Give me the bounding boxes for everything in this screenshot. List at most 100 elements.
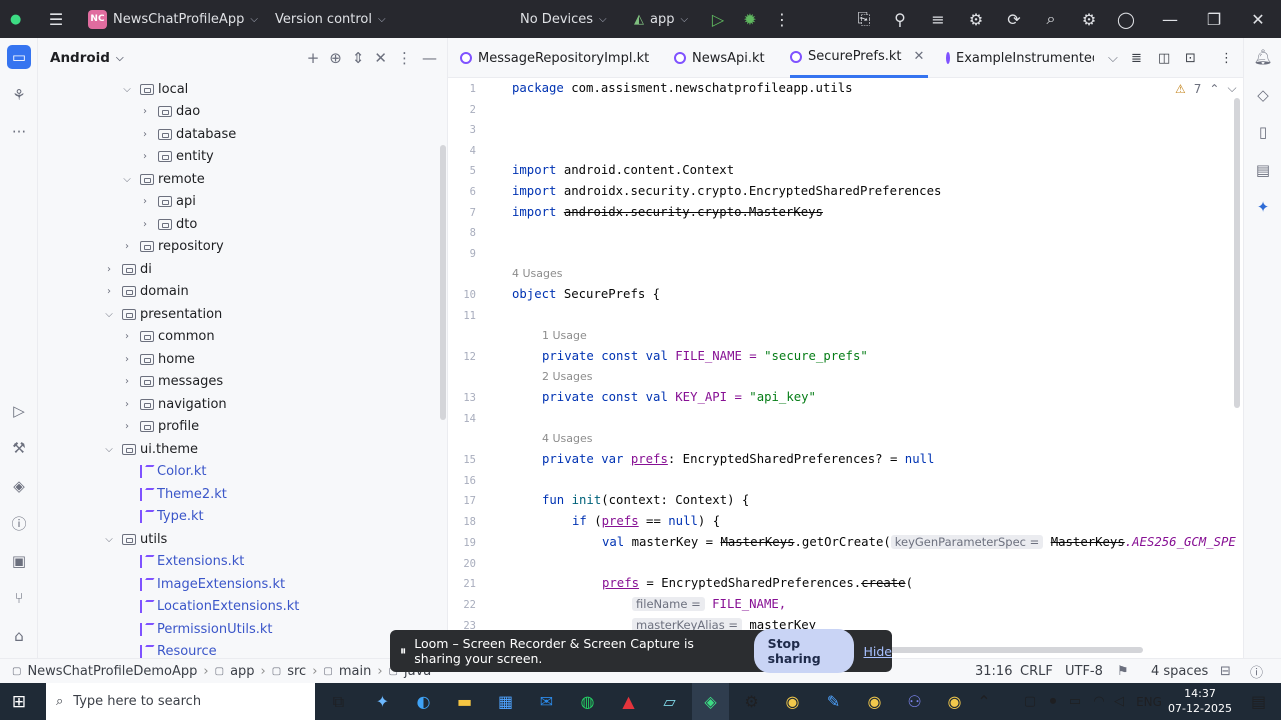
file-explorer-icon[interactable]: ▬: [446, 683, 483, 720]
editor-scrollbar[interactable]: [1234, 98, 1240, 408]
device-selector[interactable]: No Devices ⌵: [520, 0, 607, 38]
options-icon[interactable]: ⋮: [397, 49, 412, 67]
chevron-right-icon[interactable]: ›: [102, 264, 116, 275]
code-line-19[interactable]: val masterKey = MasterKeys.getOrCreate(k…: [602, 535, 1236, 549]
tree-item[interactable]: › api: [138, 191, 196, 213]
gradle-tool-button[interactable]: ◈: [7, 474, 31, 498]
project-selector[interactable]: NC NewsChatProfileApp ⌵: [88, 0, 258, 38]
chevron-down-icon[interactable]: ⌵: [120, 84, 134, 95]
locate-file-icon[interactable]: ⊕: [329, 49, 342, 67]
hide-button[interactable]: Hide: [864, 644, 893, 659]
add-icon[interactable]: +: [307, 49, 320, 67]
run-tool-button[interactable]: ▷: [7, 399, 31, 423]
running-devices-button[interactable]: ▯: [1252, 121, 1274, 143]
chevron-down-icon[interactable]: ⌵: [102, 444, 116, 455]
project-tool-button[interactable]: ▭: [7, 45, 31, 69]
tree-item[interactable]: › navigation: [120, 393, 227, 415]
profiler-button[interactable]: ⚲: [888, 0, 912, 38]
more-tools-button[interactable]: ···: [7, 120, 31, 144]
build-variants-button[interactable]: ≡: [926, 0, 950, 38]
windows-start-icon[interactable]: ⊞: [8, 691, 30, 713]
tree-item[interactable]: Color.kt: [120, 461, 207, 483]
editor-horizontal-scrollbar[interactable]: [881, 647, 1143, 653]
account-button[interactable]: ◯: [1114, 0, 1138, 38]
chevron-right-icon[interactable]: ›: [120, 331, 134, 342]
terminal-tool-button[interactable]: ▣: [7, 549, 31, 573]
chrome-profile-icon[interactable]: ◉: [856, 683, 893, 720]
problems-tool-button[interactable]: ⓘ: [7, 511, 31, 535]
meet-now-icon[interactable]: ▢: [1018, 683, 1042, 720]
tree-item[interactable]: LocationExtensions.kt: [120, 596, 299, 618]
notifications-button[interactable]: 🔔︎: [1252, 46, 1274, 68]
tree-item[interactable]: Theme2.kt: [120, 483, 227, 505]
tree-item[interactable]: › common: [120, 326, 215, 348]
tree-item[interactable]: › database: [138, 123, 236, 145]
tab-example-instrumented[interactable]: ExampleInstrumented: [946, 38, 1094, 78]
usages-hint[interactable]: 4 Usages: [542, 432, 593, 445]
clock[interactable]: 14:37 07-12-2025: [1168, 686, 1232, 716]
main-menu-icon[interactable]: ☰: [44, 0, 68, 38]
expand-all-icon[interactable]: ⇕: [352, 49, 365, 67]
run-config-selector[interactable]: ◭ app ⌵: [634, 0, 688, 38]
chevron-right-icon[interactable]: ›: [138, 129, 152, 140]
code-line-6[interactable]: import androidx.security.crypto.Encrypte…: [512, 184, 941, 198]
gemini-button[interactable]: ◇: [1252, 84, 1274, 106]
chevron-right-icon[interactable]: ›: [120, 241, 134, 252]
editor-options-button[interactable]: ⋮: [1220, 38, 1233, 78]
chevron-right-icon[interactable]: ›: [120, 399, 134, 410]
code-line-12[interactable]: private const val FILE_NAME = "secure_pr…: [542, 349, 868, 363]
copilot-icon[interactable]: ✦: [364, 683, 401, 720]
ai-assistant-button[interactable]: ✦: [1252, 196, 1274, 218]
run-button[interactable]: ▷: [706, 0, 730, 38]
vcs-menu[interactable]: Version control ⌵: [275, 0, 386, 38]
wifi-icon[interactable]: ◠: [1088, 683, 1110, 720]
tabs-overflow-button[interactable]: ⌵: [1108, 38, 1118, 78]
chevron-right-icon[interactable]: ›: [102, 286, 116, 297]
tab-news-api[interactable]: NewsApi.kt: [674, 38, 765, 78]
tree-item[interactable]: Resource: [120, 641, 217, 658]
chrome-alt-icon[interactable]: ◉: [936, 683, 973, 720]
whatsapp-icon[interactable]: ◍: [569, 683, 606, 720]
usages-hint[interactable]: 2 Usages: [542, 370, 593, 383]
tree-item[interactable]: › repository: [120, 236, 224, 258]
code-line-18[interactable]: if (prefs == null) {: [572, 514, 720, 528]
close-button[interactable]: ✕: [1246, 0, 1270, 38]
tree-item[interactable]: › entity: [138, 146, 214, 168]
tree-item[interactable]: Extensions.kt: [120, 551, 244, 573]
code-line-10[interactable]: object SecurePrefs {: [512, 287, 660, 301]
chevron-right-icon[interactable]: ›: [138, 106, 152, 117]
store-icon[interactable]: ▦: [487, 683, 524, 720]
git-tool-button[interactable]: ⑂: [7, 586, 31, 610]
battery-icon[interactable]: ▭: [1064, 683, 1086, 720]
code-line-5[interactable]: import android.content.Context: [512, 163, 734, 177]
code-line-22[interactable]: fileName = FILE_NAME,: [632, 597, 786, 611]
breadcrumb-item[interactable]: NewsChatProfileDemoApp: [27, 664, 197, 679]
tree-item[interactable]: ⌵ ui.theme: [102, 438, 198, 460]
project-scrollbar[interactable]: [440, 145, 446, 420]
code-line-21[interactable]: prefs = EncryptedSharedPreferences.creat…: [602, 576, 913, 590]
tree-item[interactable]: ImageExtensions.kt: [120, 573, 285, 595]
chevron-right-icon[interactable]: ›: [138, 151, 152, 162]
cursor-position[interactable]: 31:16: [975, 664, 1012, 679]
restore-button[interactable]: ❐: [1202, 0, 1226, 38]
task-view-icon[interactable]: ⧉: [320, 683, 357, 720]
chevron-right-icon[interactable]: ›: [120, 376, 134, 387]
code-line-17[interactable]: fun init(context: Context) {: [542, 493, 749, 507]
volume-icon[interactable]: ◁: [1108, 683, 1130, 720]
language-indicator[interactable]: ENG: [1132, 683, 1166, 720]
tree-item[interactable]: › di: [102, 258, 152, 280]
code-line-1[interactable]: package com.assisment.newschatprofileapp…: [512, 81, 853, 95]
usages-hint[interactable]: 1 Usage: [542, 329, 587, 342]
tree-item[interactable]: › dao: [138, 101, 200, 123]
chevron-down-icon[interactable]: ⌵: [1227, 81, 1236, 96]
tree-item[interactable]: Type.kt: [120, 506, 204, 528]
design-view-button[interactable]: ⊡: [1185, 38, 1196, 78]
layout-inspector-button[interactable]: ▤: [1252, 159, 1274, 181]
resource-manager-button[interactable]: ⚘: [7, 83, 31, 107]
chevron-right-icon[interactable]: ›: [120, 354, 134, 365]
tree-item[interactable]: ⌵ presentation: [102, 303, 222, 325]
chevron-down-icon[interactable]: ⌵: [102, 309, 116, 320]
tree-item[interactable]: › dto: [138, 213, 197, 235]
logcat-tool-button[interactable]: ⌂: [7, 624, 31, 648]
code-line-13[interactable]: private const val KEY_API = "api_key": [542, 390, 816, 404]
